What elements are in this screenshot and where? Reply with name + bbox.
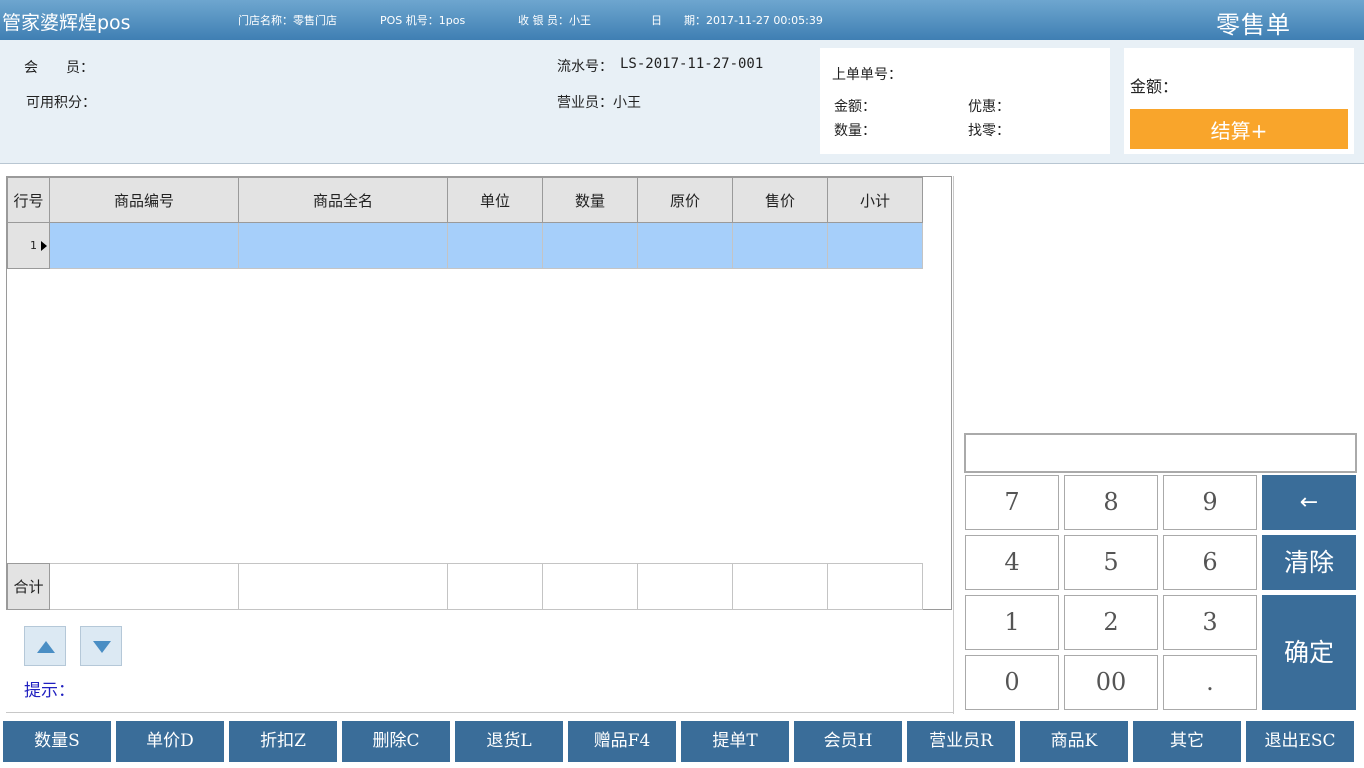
key-2[interactable]: 2 bbox=[1064, 595, 1158, 650]
product-table: 行号 商品编号 商品全名 单位 数量 原价 售价 小计 1 bbox=[7, 177, 923, 269]
column-header-unit[interactable]: 单位 bbox=[447, 177, 543, 223]
key-7[interactable]: 7 bbox=[965, 475, 1059, 530]
confirm-key[interactable]: 确定 bbox=[1262, 595, 1356, 710]
other-function-button[interactable]: 其它 bbox=[1133, 721, 1241, 762]
total-cell bbox=[447, 563, 543, 610]
gift-function-button[interactable]: 赠品F4 bbox=[568, 721, 676, 762]
last-quantity-label: 数量： bbox=[834, 123, 876, 139]
cashier-name: 收 银 员：小王 bbox=[518, 14, 591, 27]
serial-label: 流水号： bbox=[557, 59, 613, 75]
date-time: 日 期：2017-11-27 00:05:39 bbox=[651, 14, 823, 27]
triangle-up-icon bbox=[37, 641, 55, 653]
key-4[interactable]: 4 bbox=[965, 535, 1059, 590]
subtotal-cell[interactable] bbox=[827, 222, 923, 269]
sale-price-cell[interactable] bbox=[732, 222, 828, 269]
total-row: 合计 bbox=[7, 563, 923, 610]
key-8[interactable]: 8 bbox=[1064, 475, 1158, 530]
last-amount-label: 金额： bbox=[834, 99, 876, 115]
column-header-product-code[interactable]: 商品编号 bbox=[49, 177, 239, 223]
total-subtotal-cell bbox=[827, 563, 923, 610]
delete-function-button[interactable]: 删除C bbox=[342, 721, 450, 762]
key-1[interactable]: 1 bbox=[965, 595, 1059, 650]
column-header-product-name[interactable]: 商品全名 bbox=[238, 177, 448, 223]
product-name-cell[interactable] bbox=[238, 222, 448, 269]
quantity-cell[interactable] bbox=[542, 222, 638, 269]
triangle-down-icon bbox=[93, 641, 111, 653]
key-9[interactable]: 9 bbox=[1163, 475, 1257, 530]
last-change-label: 找零： bbox=[968, 123, 1010, 139]
column-header-quantity[interactable]: 数量 bbox=[542, 177, 638, 223]
amount-panel: 金额： 结算+ bbox=[1124, 48, 1354, 154]
unit-cell[interactable] bbox=[447, 222, 543, 269]
amount-label: 金额： bbox=[1130, 77, 1179, 96]
keypad-input[interactable] bbox=[964, 433, 1357, 473]
key-decimal[interactable]: . bbox=[1163, 655, 1257, 710]
discount-function-button[interactable]: 折扣Z bbox=[229, 721, 337, 762]
checkout-button[interactable]: 结算+ bbox=[1130, 109, 1348, 149]
key-6[interactable]: 6 bbox=[1163, 535, 1257, 590]
unit-price-function-button[interactable]: 单价D bbox=[116, 721, 224, 762]
store-name: 门店名称：零售门店 bbox=[238, 14, 337, 27]
last-bill-panel: 上单单号： 金额： 优惠： 数量： 找零： bbox=[820, 48, 1110, 154]
info-panel: 会 员： 可用积分： 流水号： LS-2017-11-27-001 营业员：小王… bbox=[0, 40, 1364, 164]
row-number-cell[interactable]: 1 bbox=[7, 222, 50, 269]
product-grid[interactable]: 行号 商品编号 商品全名 单位 数量 原价 售价 小计 1 合计 bbox=[6, 176, 952, 610]
exit-function-button[interactable]: 退出ESC bbox=[1246, 721, 1354, 762]
total-label: 合计 bbox=[7, 563, 50, 610]
original-price-cell[interactable] bbox=[637, 222, 733, 269]
serial-number: LS-2017-11-27-001 bbox=[620, 56, 764, 72]
title-bar: 管家婆辉煌pos 门店名称：零售门店 POS 机号：1pos 收 银 员：小王 … bbox=[0, 0, 1364, 40]
table-row[interactable]: 1 bbox=[7, 222, 923, 269]
column-header-original-price[interactable]: 原价 bbox=[637, 177, 733, 223]
total-cell bbox=[637, 563, 733, 610]
current-row-indicator-icon bbox=[41, 241, 47, 251]
total-cell bbox=[732, 563, 828, 610]
column-header-sale-price[interactable]: 售价 bbox=[732, 177, 828, 223]
member-function-button[interactable]: 会员H bbox=[794, 721, 902, 762]
last-discount-label: 优惠： bbox=[968, 99, 1010, 115]
scroll-down-button[interactable] bbox=[80, 626, 122, 666]
table-header-row: 行号 商品编号 商品全名 单位 数量 原价 售价 小计 bbox=[7, 177, 923, 223]
divider bbox=[953, 176, 954, 714]
hint-label: 提示： bbox=[24, 681, 75, 701]
column-header-row-number[interactable]: 行号 bbox=[7, 177, 50, 223]
points-label: 可用积分： bbox=[26, 95, 96, 111]
product-function-button[interactable]: 商品K bbox=[1020, 721, 1128, 762]
key-5[interactable]: 5 bbox=[1064, 535, 1158, 590]
column-header-subtotal[interactable]: 小计 bbox=[827, 177, 923, 223]
total-row-table: 合计 bbox=[7, 563, 923, 610]
app-title: 管家婆辉煌pos bbox=[2, 12, 131, 34]
clear-key[interactable]: 清除 bbox=[1262, 535, 1356, 590]
recall-bill-function-button[interactable]: 提单T bbox=[681, 721, 789, 762]
key-3[interactable]: 3 bbox=[1163, 595, 1257, 650]
return-function-button[interactable]: 退货L bbox=[455, 721, 563, 762]
key-00[interactable]: 00 bbox=[1064, 655, 1158, 710]
pos-number: POS 机号：1pos bbox=[380, 14, 466, 27]
clerk-function-button[interactable]: 营业员R bbox=[907, 721, 1015, 762]
total-cell bbox=[238, 563, 448, 610]
backspace-key[interactable]: ← bbox=[1262, 475, 1356, 530]
product-code-cell[interactable] bbox=[49, 222, 239, 269]
document-type-title: 零售单 bbox=[1216, 11, 1291, 39]
last-bill-number-label: 上单单号： bbox=[832, 67, 902, 83]
clerk-label: 营业员：小王 bbox=[557, 95, 641, 111]
key-0[interactable]: 0 bbox=[965, 655, 1059, 710]
row-number: 1 bbox=[30, 239, 37, 252]
quantity-function-button[interactable]: 数量S bbox=[3, 721, 111, 762]
scroll-up-button[interactable] bbox=[24, 626, 66, 666]
member-label: 会 员： bbox=[24, 60, 94, 76]
total-cell bbox=[49, 563, 239, 610]
divider bbox=[6, 712, 954, 713]
total-quantity-cell bbox=[542, 563, 638, 610]
